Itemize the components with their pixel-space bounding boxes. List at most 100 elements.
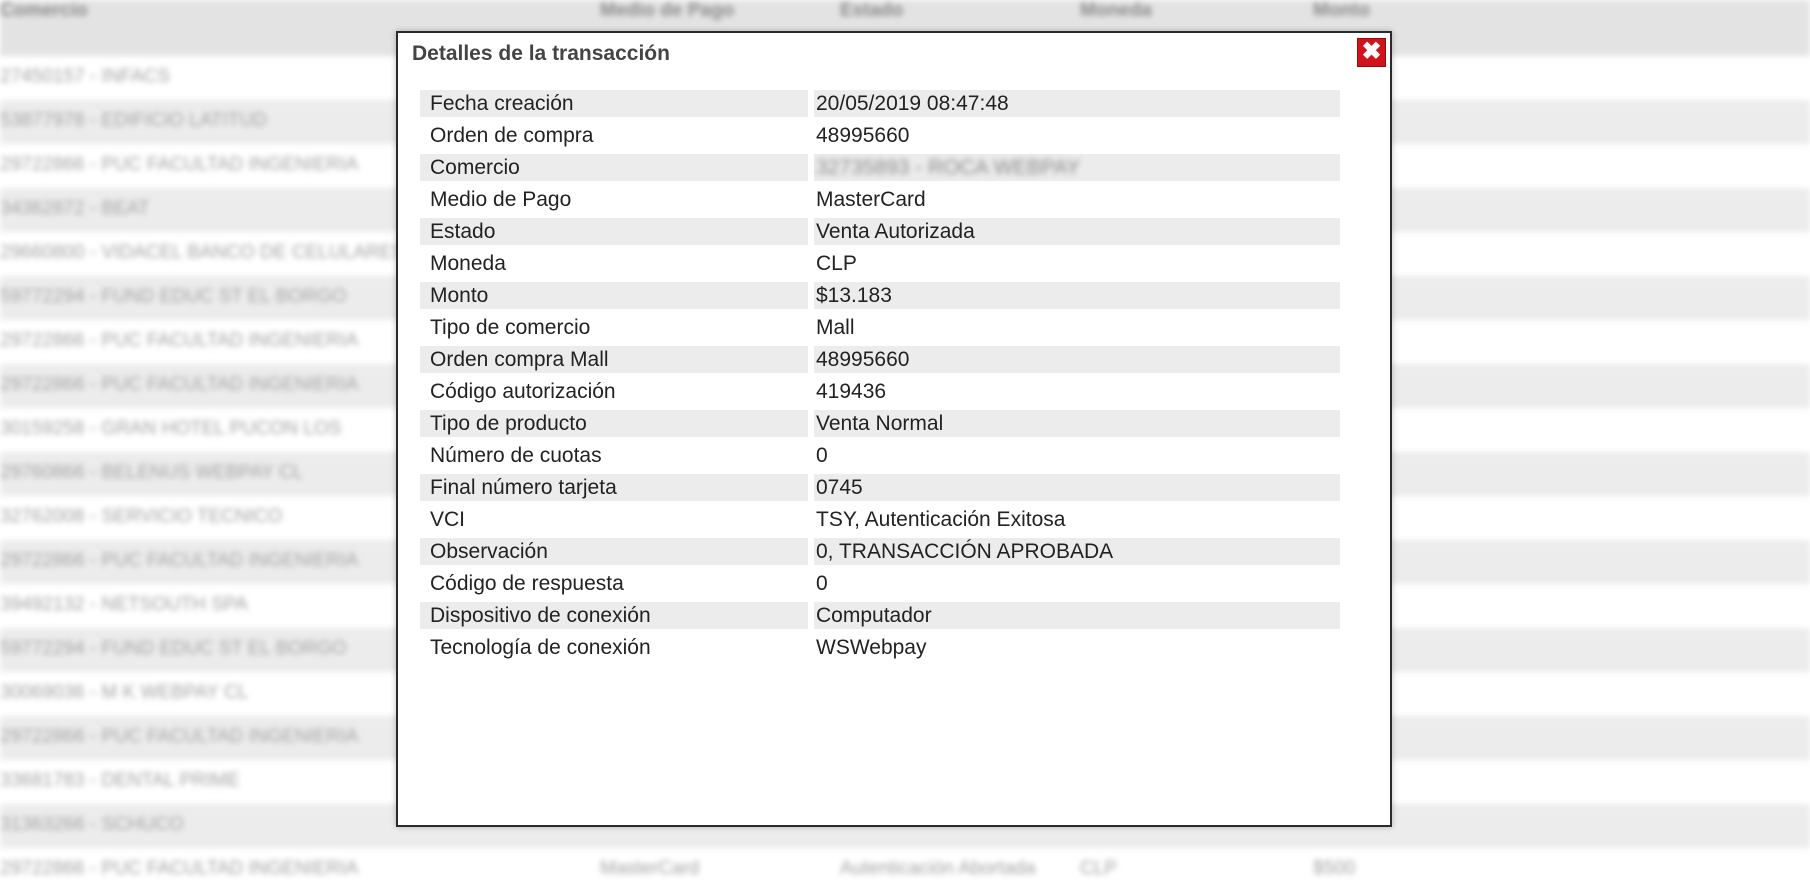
detail-value-text: 0	[816, 444, 828, 467]
detail-value-text: Mall	[816, 316, 855, 339]
cell-comercio: 33681783 - DENTAL PRIME	[0, 770, 240, 791]
cell-comercio: 29722866 - PUC FACULTAD INGENIERIA	[0, 330, 359, 351]
column-header-estado: Estado	[840, 0, 904, 21]
detail-label: Comercio	[420, 154, 808, 181]
cell-comercio: 29660800 - VIDACEL BANCO DE CELULARES	[0, 242, 405, 263]
table-row[interactable]: 29722866 - PUC FACULTAD INGENIERIA Master…	[0, 848, 1810, 892]
detail-label: Tipo de producto	[420, 410, 808, 437]
detail-label: Medio de Pago	[430, 188, 572, 211]
detail-value-text: Computador	[816, 604, 932, 627]
close-button[interactable]: ✖	[1357, 38, 1386, 67]
detail-label: Orden de compra	[430, 124, 594, 147]
detail-value: 0	[814, 570, 1340, 597]
detail-row: Moneda CLP	[420, 247, 1340, 279]
cell-comercio: 29760866 - BELENUS WEBPAY CL	[0, 462, 304, 483]
cell-comercio: 59772294 - FUND EDUC ST EL BORGO	[0, 286, 347, 307]
detail-row: Final número tarjeta 0745	[420, 471, 1340, 503]
cell-comercio: 53877978 - EDIFICIO LATITUD	[0, 110, 267, 131]
detail-label: Observación	[420, 538, 808, 565]
detail-value-text: 20/05/2019 08:47:48	[816, 92, 1009, 115]
detail-label: Código autorización	[430, 380, 616, 403]
detail-row: Medio de Pago MasterCard	[420, 183, 1340, 215]
detail-value: $13.183	[814, 282, 1340, 309]
cell-comercio: 29722866 - PUC FACULTAD INGENIERIA	[0, 726, 359, 747]
detail-value-text: 48995660	[816, 124, 910, 147]
detail-value-text: 48995660	[816, 348, 910, 371]
detail-row: Tecnología de conexión WSWebpay	[420, 631, 1340, 663]
detail-value-text: TSY, Autenticación Exitosa	[816, 508, 1066, 531]
cell-comercio: 31363266 - SCHUCO	[0, 814, 184, 835]
cell-comercio: 30069036 - M K WEBPAY CL	[0, 682, 249, 703]
detail-label: Final número tarjeta	[420, 474, 808, 501]
detail-value-text: CLP	[816, 252, 857, 275]
detail-value: 419436	[814, 378, 1340, 405]
detail-value: 48995660	[814, 346, 1340, 373]
detail-label: Tipo de comercio	[430, 316, 591, 339]
column-header-comercio: Comercio	[0, 0, 88, 21]
cell-monto: $500	[1313, 858, 1356, 879]
detail-value: 20/05/2019 08:47:48	[814, 90, 1340, 117]
detail-row: Tipo de producto Venta Normal	[420, 407, 1340, 439]
cell-comercio: 34362872 - BEAT	[0, 198, 150, 219]
detail-value: 0, TRANSACCIÓN APROBADA	[814, 538, 1340, 565]
cell-comercio: 59772294 - FUND EDUC ST EL BORGO	[0, 638, 347, 659]
detail-value: MasterCard	[814, 186, 1340, 213]
detail-value-text: WSWebpay	[816, 636, 927, 659]
transaction-details-modal: Detalles de la transacción ✖ Fecha creac…	[396, 31, 1392, 827]
detail-value: WSWebpay	[814, 634, 1340, 661]
cell-comercio: 29722866 - PUC FACULTAD INGENIERIA	[0, 550, 359, 571]
detail-row: Monto $13.183	[420, 279, 1340, 311]
detail-value: TSY, Autenticación Exitosa	[814, 506, 1340, 533]
detail-value: CLP	[814, 250, 1340, 277]
detail-row: Orden de compra 48995660	[420, 119, 1340, 151]
detail-label: Fecha creación	[420, 90, 808, 117]
detail-value-text: Venta Autorizada	[816, 220, 975, 243]
detail-row: VCI TSY, Autenticación Exitosa	[420, 503, 1340, 535]
cell-comercio: 29722866 - PUC FACULTAD INGENIERIA	[0, 154, 359, 175]
column-header-moneda: Moneda	[1080, 0, 1152, 21]
detail-label: Código de respuesta	[430, 572, 624, 595]
cell-medio-de-pago: MasterCard	[600, 858, 700, 879]
cell-comercio: 27450157 - INFACS	[0, 66, 171, 87]
detail-row: Observación 0, TRANSACCIÓN APROBADA	[420, 535, 1340, 567]
detail-value-text: 0745	[816, 476, 863, 499]
detail-row: Orden compra Mall 48995660	[420, 343, 1340, 375]
detail-label: Estado	[420, 218, 808, 245]
detail-value-text: Venta Normal	[816, 412, 944, 435]
cell-moneda: CLP	[1080, 858, 1117, 879]
cell-comercio: 39492132 - NETSOUTH SPA	[0, 594, 248, 615]
details-table: Fecha creación 20/05/2019 08:47:48 Orden d…	[420, 87, 1340, 663]
detail-value-text: $13.183	[816, 284, 892, 307]
detail-row: Comercio 32735893 - ROCA WEBPAY	[420, 151, 1340, 183]
detail-value-text: 0	[816, 572, 828, 595]
detail-row: Dispositivo de conexión Computador	[420, 599, 1340, 631]
detail-value: Venta Normal	[814, 410, 1340, 437]
column-header-medio-de-pago: Medio de Pago	[600, 0, 735, 21]
detail-label: Moneda	[430, 252, 506, 275]
modal-title: Detalles de la transacción	[412, 42, 670, 65]
cell-comercio: 29722866 - PUC FACULTAD INGENIERIA	[0, 858, 359, 879]
detail-value-text: MasterCard	[816, 188, 926, 211]
detail-value: Venta Autorizada	[814, 218, 1340, 245]
cell-comercio: 29722866 - PUC FACULTAD INGENIERIA	[0, 374, 359, 395]
detail-value-text: 0, TRANSACCIÓN APROBADA	[816, 540, 1114, 563]
detail-value: Mall	[814, 314, 1340, 341]
detail-row: Estado Venta Autorizada	[420, 215, 1340, 247]
detail-row: Código autorización 419436	[420, 375, 1340, 407]
column-header-monto: Monto	[1313, 0, 1370, 21]
detail-label: VCI	[430, 508, 466, 531]
detail-value-text: 32735893 - ROCA WEBPAY	[816, 156, 1081, 179]
cell-estado: Autenticación Abortada	[840, 858, 1036, 879]
detail-label: Orden compra Mall	[420, 346, 808, 373]
detail-row: Número de cuotas 0	[420, 439, 1340, 471]
detail-value-text: 419436	[816, 380, 887, 403]
detail-label: Dispositivo de conexión	[420, 602, 808, 629]
detail-row: Código de respuesta 0	[420, 567, 1340, 599]
detail-value: Computador	[814, 602, 1340, 629]
detail-row: Fecha creación 20/05/2019 08:47:48	[420, 87, 1340, 119]
cell-comercio: 32762008 - SERVICIO TECNICO	[0, 506, 283, 527]
detail-label: Número de cuotas	[430, 444, 602, 467]
detail-value: 0	[814, 442, 1340, 469]
cell-comercio: 30159258 - GRAN HOTEL PUCON LOS	[0, 418, 342, 439]
detail-value: 32735893 - ROCA WEBPAY	[814, 154, 1340, 181]
